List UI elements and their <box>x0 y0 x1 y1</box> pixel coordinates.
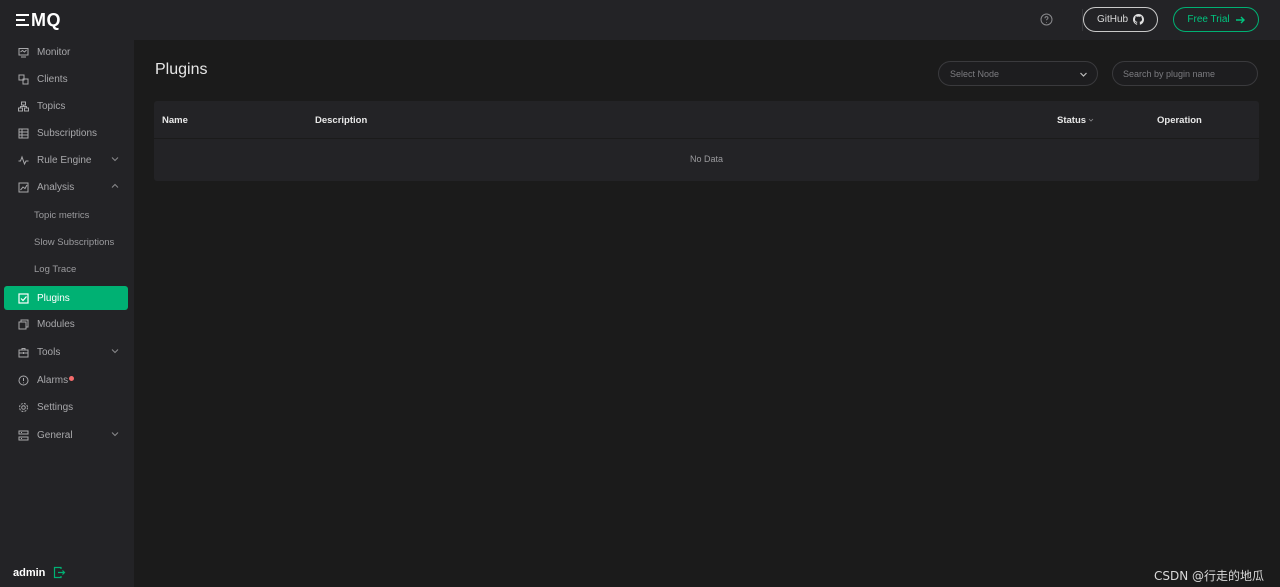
logo-mark <box>16 14 29 26</box>
subscriptions-icon <box>18 128 29 139</box>
sidebar-item-analysis[interactable]: Analysis <box>4 175 128 199</box>
column-header-operation: Operation <box>1157 115 1202 126</box>
logout-icon[interactable] <box>53 566 66 579</box>
sidebar-item-label: Analysis <box>37 181 75 193</box>
sidebar-item-label: Clients <box>37 73 68 85</box>
empty-state-text: No Data <box>689 154 724 164</box>
sidebar-item-topic-metrics[interactable]: Topic metrics <box>4 203 128 227</box>
sidebar-item-label: Subscriptions <box>37 127 98 139</box>
chevron-up-icon <box>111 182 119 190</box>
general-icon <box>18 430 29 441</box>
logo[interactable]: MQ <box>16 9 61 31</box>
sidebar-item-modules[interactable]: Modules <box>4 312 128 336</box>
top-bar: GitHub Free Trial <box>134 0 1280 40</box>
help-icon[interactable] <box>1040 13 1053 26</box>
chevron-down-icon <box>1079 70 1088 79</box>
chevron-down-icon <box>111 430 119 438</box>
column-header-status[interactable]: Status <box>1057 115 1094 126</box>
sidebar-item-label: General <box>37 429 73 441</box>
sidebar-item-label: Plugins <box>37 292 70 304</box>
table-header: Name Description Status Operation <box>154 101 1259 139</box>
alarms-icon <box>18 375 29 386</box>
column-header-status-label: Status <box>1057 115 1087 126</box>
sidebar-item-topics[interactable]: Topics <box>4 94 128 118</box>
gear-icon <box>18 402 29 413</box>
sidebar-item-clients[interactable]: Clients <box>4 67 128 91</box>
sidebar-item-log-trace[interactable]: Log Trace <box>4 257 128 281</box>
sidebar-item-plugins[interactable]: Plugins <box>4 286 128 310</box>
watermark: CSDN @行走的地瓜 <box>1154 569 1265 583</box>
sidebar-item-general[interactable]: General <box>4 423 128 447</box>
sidebar-item-rule-engine[interactable]: Rule Engine <box>4 148 128 172</box>
sidebar-item-label: Tools <box>37 346 61 358</box>
sidebar-item-label: Monitor <box>37 46 71 58</box>
sidebar-item-label: Log Trace <box>34 263 77 275</box>
sidebar-item-subscriptions[interactable]: Subscriptions <box>4 121 128 145</box>
column-header-description: Description <box>315 115 368 126</box>
sidebar-item-label: Rule Engine <box>37 154 92 166</box>
plugins-icon <box>18 292 29 304</box>
free-trial-button[interactable]: Free Trial <box>1173 7 1259 32</box>
alarm-badge <box>69 376 75 381</box>
analysis-icon <box>18 182 29 193</box>
sidebar: MQ Monitor Clients Topics Subscriptions <box>0 0 134 587</box>
rule-engine-icon <box>18 155 29 166</box>
sidebar-item-tools[interactable]: Tools <box>4 340 128 364</box>
tools-icon <box>18 347 29 358</box>
filter-icon[interactable] <box>1088 117 1094 123</box>
sidebar-item-alarms[interactable]: Alarms <box>4 368 128 392</box>
sidebar-item-label: Alarms <box>37 374 69 386</box>
page-title: Plugins <box>155 61 208 78</box>
github-icon <box>1133 14 1145 25</box>
sidebar-item-slow-subscriptions[interactable]: Slow Subscriptions <box>4 230 128 254</box>
free-trial-label: Free Trial <box>1187 14 1230 25</box>
username: admin <box>13 566 46 579</box>
chevron-down-icon <box>111 155 119 163</box>
sidebar-item-label: Topic metrics <box>34 209 90 221</box>
select-node-placeholder: Select Node <box>950 68 1000 79</box>
logo-text: MQ <box>31 9 61 30</box>
monitor-icon <box>18 47 29 58</box>
sidebar-item-label: Settings <box>37 401 74 413</box>
clients-icon <box>18 74 29 85</box>
sidebar-item-label: Topics <box>37 100 66 112</box>
topics-icon <box>18 101 29 112</box>
search-input[interactable] <box>1112 61 1258 86</box>
sidebar-item-label: Modules <box>37 318 75 330</box>
modules-icon <box>18 319 29 330</box>
sidebar-item-monitor[interactable]: Monitor <box>4 40 128 64</box>
github-button-label: GitHub <box>1096 14 1129 25</box>
column-header-name: Name <box>162 115 188 126</box>
user-section: admin <box>13 566 66 579</box>
github-button[interactable]: GitHub <box>1083 7 1158 32</box>
sidebar-item-settings[interactable]: Settings <box>4 395 128 419</box>
chevron-down-icon <box>111 347 119 355</box>
arrow-right-icon <box>1235 15 1245 25</box>
select-node-dropdown[interactable]: Select Node <box>938 61 1098 86</box>
plugins-table: Name Description Status Operation No Dat… <box>154 101 1259 181</box>
sidebar-item-label: Slow Subscriptions <box>34 236 115 248</box>
